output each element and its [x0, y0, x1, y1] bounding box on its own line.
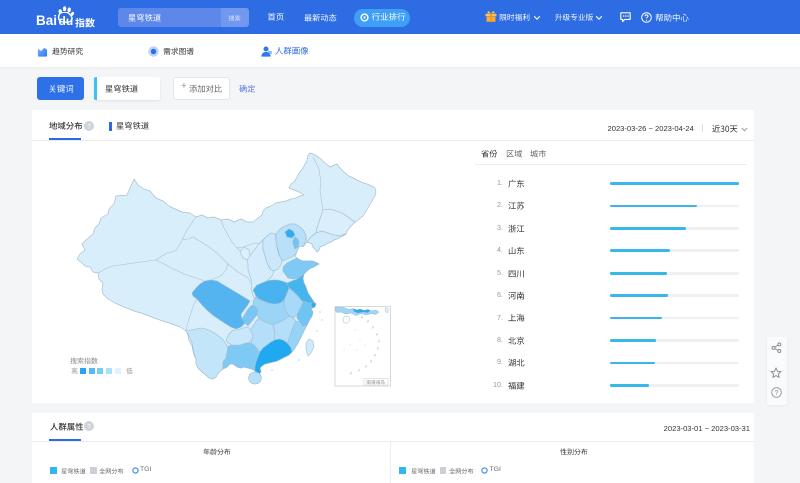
svg-text:?: ?	[775, 390, 779, 397]
